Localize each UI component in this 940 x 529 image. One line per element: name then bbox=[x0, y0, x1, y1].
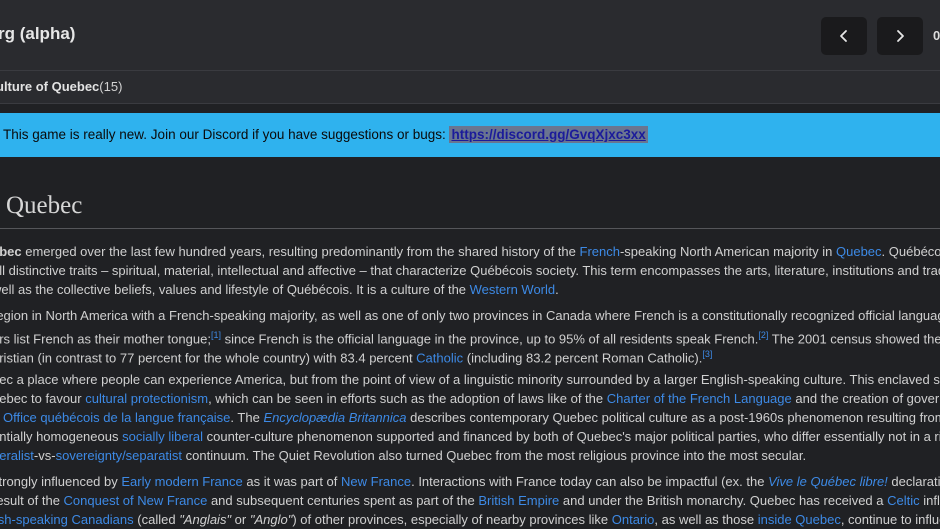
link-charter-french-language[interactable]: Charter of the French Language bbox=[607, 391, 792, 406]
paragraph-line: uebec to favour cultural protectionism, … bbox=[0, 390, 940, 408]
link-early-modern-france[interactable]: Early modern France bbox=[121, 474, 242, 489]
paragraph-line: well as the collective beliefs, values a… bbox=[0, 281, 559, 299]
paragraph-line: region in North America with a French-sp… bbox=[0, 308, 940, 323]
text: "Anglais" bbox=[179, 512, 232, 527]
path-count: (15) bbox=[99, 79, 123, 94]
text: strongly influenced by bbox=[0, 474, 122, 489]
text: and under the British monarchy. Quebec h… bbox=[559, 493, 888, 508]
link-socially-liberal[interactable]: socially liberal bbox=[122, 429, 203, 444]
text: continuum. The Quiet Revolution also tur… bbox=[182, 448, 807, 463]
text: as it was part of bbox=[242, 474, 342, 489]
text: , continue to influe bbox=[840, 512, 940, 527]
text: entially homogeneous bbox=[0, 429, 123, 444]
text: describes contemporary Quebec political … bbox=[406, 410, 940, 425]
link-inside-quebec[interactable]: inside Quebec bbox=[758, 512, 841, 527]
text: . The bbox=[230, 410, 264, 425]
citation-2[interactable]: [2] bbox=[758, 330, 768, 340]
path-bar: ulture of Quebec(15) bbox=[0, 71, 940, 104]
text: influ bbox=[923, 493, 940, 508]
text: (including 83.2 percent Roman Catholic). bbox=[463, 350, 703, 366]
link-office-quebecois[interactable]: Office québécois de la langue française bbox=[3, 410, 230, 425]
article-heading: Quebec bbox=[6, 192, 83, 219]
link-french[interactable]: French bbox=[580, 244, 620, 259]
link-new-france[interactable]: New France bbox=[341, 474, 411, 489]
link-encyclopaedia-britannica[interactable]: Encyclopædia Britannica bbox=[263, 410, 406, 425]
link-cultural-protectionism[interactable]: cultural protectionism bbox=[85, 391, 208, 406]
link-british-empire[interactable]: British Empire bbox=[478, 493, 559, 508]
paragraph-line: strongly influenced by Early modern Fran… bbox=[0, 473, 940, 491]
paragraph-line: bec a place where people can experience … bbox=[0, 372, 940, 387]
text: The 2001 census showed the bbox=[768, 331, 940, 347]
article-content: Quebec ebec emerged over the last few hu… bbox=[0, 160, 940, 529]
citation-3[interactable]: [3] bbox=[702, 349, 712, 359]
text: , as well as those bbox=[654, 512, 758, 527]
text: "Anglo" bbox=[249, 512, 293, 527]
app-title: rg (alpha) bbox=[0, 24, 76, 43]
next-button[interactable] bbox=[877, 17, 923, 55]
link-western-world[interactable]: Western World bbox=[470, 282, 556, 297]
text: . bbox=[555, 282, 559, 297]
text: ) of other provinces, especially of near… bbox=[292, 512, 612, 527]
chevron-left-icon bbox=[840, 30, 847, 42]
text: (called bbox=[133, 512, 180, 527]
link-sovereignty-separatist[interactable]: sovereignty/separatist bbox=[56, 448, 182, 463]
text: emerged over the last few hundred years,… bbox=[21, 244, 580, 259]
link-ontario[interactable]: Ontario bbox=[612, 512, 655, 527]
discord-link[interactable]: https://discord.gg/GvqXjxc3xx bbox=[449, 126, 648, 143]
link-catholic[interactable]: Catholic bbox=[416, 350, 463, 365]
text: declaration bbox=[891, 474, 940, 489]
text: . Québécois bbox=[881, 244, 940, 259]
banner-text: This game is really new. Join our Discor… bbox=[3, 127, 446, 142]
paragraph-line: result of the Conquest of New France and… bbox=[0, 492, 940, 510]
text: counter-culture phenomenon supported and… bbox=[203, 429, 940, 444]
text: -vs- bbox=[33, 448, 56, 463]
click-counter: 0 bbox=[933, 28, 940, 43]
banner-message: This game is really new. Join our Discor… bbox=[3, 126, 648, 143]
link-quebec[interactable]: Quebec bbox=[836, 244, 882, 259]
heading-divider bbox=[0, 228, 940, 229]
text: or bbox=[231, 512, 250, 527]
paragraph-line: ebec emerged over the last few hundred y… bbox=[0, 243, 940, 261]
text: well as the collective beliefs, values a… bbox=[0, 282, 470, 297]
text: . Interactions with France today can als… bbox=[411, 474, 769, 489]
text: result of the bbox=[0, 493, 60, 508]
link-english-speaking-canadians[interactable]: lish-speaking Canadians bbox=[0, 512, 134, 527]
top-bar: rg (alpha) 0 bbox=[0, 0, 940, 71]
bold-term: ebec bbox=[0, 244, 22, 259]
link-vive-le-quebec-libre[interactable]: Vive le Québec libre! bbox=[768, 474, 888, 489]
citation-1[interactable]: [1] bbox=[211, 330, 221, 340]
announcement-banner: This game is really new. Join our Discor… bbox=[0, 113, 940, 157]
paragraph-line: lish-speaking Canadians (called "Anglais… bbox=[0, 511, 940, 529]
chevron-right-icon bbox=[897, 30, 904, 42]
paragraph-line: all distinctive traits – spiritual, mate… bbox=[0, 263, 940, 278]
link-celtic[interactable]: Celtic bbox=[887, 493, 920, 508]
text: and subsequent centuries spent as part o… bbox=[207, 493, 479, 508]
link-federalist[interactable]: deralist bbox=[0, 448, 34, 463]
text: uebec to favour bbox=[0, 391, 86, 406]
text: and the creation of governm bbox=[795, 391, 940, 406]
text: -speaking North American majority in bbox=[619, 244, 836, 259]
paragraph-line: deralist-vs-sovereignty/separatist conti… bbox=[0, 447, 806, 465]
text: , which can be seen in efforts such as t… bbox=[208, 391, 607, 406]
paragraph-line: Office québécois de la langue française.… bbox=[3, 409, 940, 427]
current-path: ulture of Quebec(15) bbox=[0, 79, 122, 94]
current-article-title: ulture of Quebec bbox=[0, 79, 100, 94]
previous-button[interactable] bbox=[821, 17, 867, 55]
link-conquest-of-new-france[interactable]: Conquest of New France bbox=[64, 493, 208, 508]
paragraph-line: entially homogeneous socially liberal co… bbox=[0, 428, 940, 446]
paragraph-line: hristian (in contrast to 77 percent for … bbox=[0, 345, 712, 367]
text: hristian (in contrast to 77 percent for … bbox=[0, 350, 417, 366]
